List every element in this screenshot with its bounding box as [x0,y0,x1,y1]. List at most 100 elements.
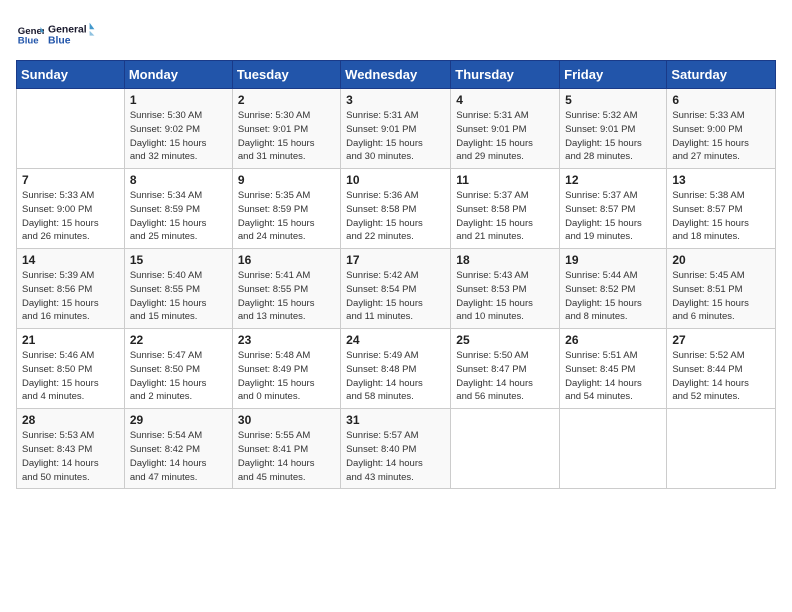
calendar-cell: 20 Sunrise: 5:45 AM Sunset: 8:51 PM Dayli… [667,249,776,329]
calendar-cell [451,409,560,489]
page-header: General Blue General Blue [16,16,776,52]
day-info: Sunrise: 5:49 AM Sunset: 8:48 PM Dayligh… [346,349,445,404]
day-number: 29 [130,413,227,427]
day-info: Sunrise: 5:39 AM Sunset: 8:56 PM Dayligh… [22,269,119,324]
day-number: 13 [672,173,770,187]
logo-svg: General Blue [48,16,96,52]
day-info: Sunrise: 5:34 AM Sunset: 8:59 PM Dayligh… [130,189,227,244]
calendar-cell: 30 Sunrise: 5:55 AM Sunset: 8:41 PM Dayli… [232,409,340,489]
day-number: 15 [130,253,227,267]
day-info: Sunrise: 5:50 AM Sunset: 8:47 PM Dayligh… [456,349,554,404]
day-number: 4 [456,93,554,107]
day-info: Sunrise: 5:38 AM Sunset: 8:57 PM Dayligh… [672,189,770,244]
calendar-cell: 7 Sunrise: 5:33 AM Sunset: 9:00 PM Daylig… [17,169,125,249]
calendar-week-row: 7 Sunrise: 5:33 AM Sunset: 9:00 PM Daylig… [17,169,776,249]
day-number: 8 [130,173,227,187]
day-info: Sunrise: 5:35 AM Sunset: 8:59 PM Dayligh… [238,189,335,244]
day-number: 21 [22,333,119,347]
calendar-cell: 11 Sunrise: 5:37 AM Sunset: 8:58 PM Dayli… [451,169,560,249]
day-number: 5 [565,93,661,107]
day-info: Sunrise: 5:37 AM Sunset: 8:57 PM Dayligh… [565,189,661,244]
column-header-sunday: Sunday [17,61,125,89]
column-header-tuesday: Tuesday [232,61,340,89]
calendar-week-row: 14Sunrise: 5:39 AM Sunset: 8:56 PM Dayli… [17,249,776,329]
calendar-cell: 1 Sunrise: 5:30 AM Sunset: 9:02 PM Daylig… [124,89,232,169]
day-number: 16 [238,253,335,267]
day-info: Sunrise: 5:40 AM Sunset: 8:55 PM Dayligh… [130,269,227,324]
calendar-cell: 22 Sunrise: 5:47 AM Sunset: 8:50 PM Dayli… [124,329,232,409]
column-header-monday: Monday [124,61,232,89]
day-info: Sunrise: 5:47 AM Sunset: 8:50 PM Dayligh… [130,349,227,404]
day-number: 6 [672,93,770,107]
column-header-thursday: Thursday [451,61,560,89]
day-info: Sunrise: 5:31 AM Sunset: 9:01 PM Dayligh… [346,109,445,164]
svg-text:General: General [48,24,87,35]
calendar-cell: 23Sunrise: 5:48 AM Sunset: 8:49 PM Dayli… [232,329,340,409]
calendar-cell: 15 Sunrise: 5:40 AM Sunset: 8:55 PM Dayli… [124,249,232,329]
day-number: 3 [346,93,445,107]
day-info: Sunrise: 5:43 AM Sunset: 8:53 PM Dayligh… [456,269,554,324]
day-info: Sunrise: 5:54 AM Sunset: 8:42 PM Dayligh… [130,429,227,484]
day-number: 27 [672,333,770,347]
logo: General Blue General Blue [16,16,96,52]
calendar-cell: 19 Sunrise: 5:44 AM Sunset: 8:52 PM Dayli… [560,249,667,329]
day-number: 2 [238,93,335,107]
day-info: Sunrise: 5:31 AM Sunset: 9:01 PM Dayligh… [456,109,554,164]
day-number: 9 [238,173,335,187]
day-info: Sunrise: 5:52 AM Sunset: 8:44 PM Dayligh… [672,349,770,404]
calendar-cell: 16 Sunrise: 5:41 AM Sunset: 8:55 PM Dayli… [232,249,340,329]
day-info: Sunrise: 5:41 AM Sunset: 8:55 PM Dayligh… [238,269,335,324]
day-info: Sunrise: 5:36 AM Sunset: 8:58 PM Dayligh… [346,189,445,244]
calendar-cell: 12 Sunrise: 5:37 AM Sunset: 8:57 PM Dayli… [560,169,667,249]
day-info: Sunrise: 5:37 AM Sunset: 8:58 PM Dayligh… [456,189,554,244]
calendar-cell: 8 Sunrise: 5:34 AM Sunset: 8:59 PM Daylig… [124,169,232,249]
calendar-cell [17,89,125,169]
logo-icon: General Blue [16,20,44,48]
calendar-cell: 13 Sunrise: 5:38 AM Sunset: 8:57 PM Dayli… [667,169,776,249]
calendar-cell [560,409,667,489]
day-info: Sunrise: 5:44 AM Sunset: 8:52 PM Dayligh… [565,269,661,324]
calendar-cell: 5Sunrise: 5:32 AM Sunset: 9:01 PM Daylig… [560,89,667,169]
calendar-cell: 14Sunrise: 5:39 AM Sunset: 8:56 PM Dayli… [17,249,125,329]
column-header-saturday: Saturday [667,61,776,89]
calendar-cell: 4 Sunrise: 5:31 AM Sunset: 9:01 PM Daylig… [451,89,560,169]
day-number: 11 [456,173,554,187]
day-number: 23 [238,333,335,347]
day-number: 30 [238,413,335,427]
calendar-cell: 27 Sunrise: 5:52 AM Sunset: 8:44 PM Dayli… [667,329,776,409]
day-number: 25 [456,333,554,347]
calendar-cell: 6 Sunrise: 5:33 AM Sunset: 9:00 PM Daylig… [667,89,776,169]
calendar-cell: 9 Sunrise: 5:35 AM Sunset: 8:59 PM Daylig… [232,169,340,249]
day-info: Sunrise: 5:30 AM Sunset: 9:02 PM Dayligh… [130,109,227,164]
calendar-week-row: 1 Sunrise: 5:30 AM Sunset: 9:02 PM Daylig… [17,89,776,169]
svg-text:Blue: Blue [18,36,39,47]
day-number: 24 [346,333,445,347]
day-number: 18 [456,253,554,267]
calendar-cell: 18 Sunrise: 5:43 AM Sunset: 8:53 PM Dayli… [451,249,560,329]
calendar-cell: 25 Sunrise: 5:50 AM Sunset: 8:47 PM Dayli… [451,329,560,409]
column-header-friday: Friday [560,61,667,89]
day-info: Sunrise: 5:53 AM Sunset: 8:43 PM Dayligh… [22,429,119,484]
day-info: Sunrise: 5:33 AM Sunset: 9:00 PM Dayligh… [672,109,770,164]
day-number: 22 [130,333,227,347]
calendar-cell: 26 Sunrise: 5:51 AM Sunset: 8:45 PM Dayli… [560,329,667,409]
calendar-cell [667,409,776,489]
day-number: 1 [130,93,227,107]
day-info: Sunrise: 5:45 AM Sunset: 8:51 PM Dayligh… [672,269,770,324]
day-info: Sunrise: 5:33 AM Sunset: 9:00 PM Dayligh… [22,189,119,244]
day-number: 12 [565,173,661,187]
day-number: 19 [565,253,661,267]
day-number: 20 [672,253,770,267]
day-info: Sunrise: 5:55 AM Sunset: 8:41 PM Dayligh… [238,429,335,484]
column-header-wednesday: Wednesday [341,61,451,89]
calendar-cell: 28Sunrise: 5:53 AM Sunset: 8:43 PM Dayli… [17,409,125,489]
calendar-cell: 10Sunrise: 5:36 AM Sunset: 8:58 PM Dayli… [341,169,451,249]
calendar-cell: 21 Sunrise: 5:46 AM Sunset: 8:50 PM Dayli… [17,329,125,409]
calendar-table: SundayMondayTuesdayWednesdayThursdayFrid… [16,60,776,489]
day-info: Sunrise: 5:30 AM Sunset: 9:01 PM Dayligh… [238,109,335,164]
day-number: 7 [22,173,119,187]
day-info: Sunrise: 5:51 AM Sunset: 8:45 PM Dayligh… [565,349,661,404]
day-number: 26 [565,333,661,347]
calendar-week-row: 21 Sunrise: 5:46 AM Sunset: 8:50 PM Dayli… [17,329,776,409]
day-info: Sunrise: 5:46 AM Sunset: 8:50 PM Dayligh… [22,349,119,404]
